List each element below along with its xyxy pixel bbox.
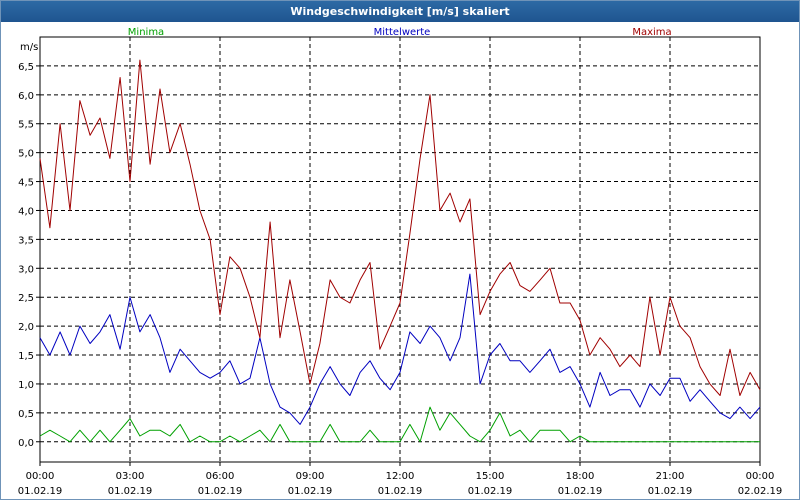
x-tick-date: 01.02.19 [378,486,423,497]
y-tick-label: 3,5 [18,235,34,246]
x-tick-time: 03:00 [116,471,145,482]
y-tick-label: 6,0 [18,91,34,102]
y-tick-label: 2,0 [18,322,34,333]
y-axis-ticks: 0,0 0,5 1,0 1,5 2,0 2,5 3,0 3,5 4,0 4,5 5,0 5,5 6,0 6… [18,62,40,449]
y-axis-label: m/s [20,42,38,53]
x-tick-time: 15:00 [476,471,505,482]
x-tick-date: 01.02.19 [648,486,693,497]
x-tick-time: 18:00 [566,471,595,482]
x-tick-time: 12:00 [386,471,415,482]
y-tick-label: 0,0 [18,438,34,449]
x-tick-date: 01.02.19 [288,486,333,497]
y-tick-label: 1,5 [18,351,34,362]
y-tick-label: 4,0 [18,206,34,217]
legend-minima: Minima [128,27,164,38]
legend-mittelwerte: Mittelwerte [374,27,431,38]
x-tick-date: 02.02.19 [738,486,783,497]
wind-speed-chart: 0,0 0,5 1,0 1,5 2,0 2,5 3,0 3,5 4,0 4,5 5,0 5,5 6,0 6… [18,27,783,497]
y-tick-label: 1,0 [18,380,34,391]
y-tick-label: 5,5 [18,120,34,131]
legend-maxima: Maxima [632,27,671,38]
x-tick-date: 01.02.19 [198,486,243,497]
y-tick-label: 5,0 [18,149,34,160]
y-tick-label: 4,5 [18,178,34,189]
x-tick-date: 01.02.19 [18,486,63,497]
x-tick-time: 21:00 [656,471,685,482]
x-tick-time: 06:00 [206,471,235,482]
y-tick-label: 2,5 [18,293,34,304]
x-tick-date: 01.02.19 [558,486,603,497]
x-tick-time: 09:00 [296,471,325,482]
x-tick-date: 01.02.19 [468,486,513,497]
x-axis-ticks: 00:00 01.02.19 03:00 01.02.19 06:00 01.02.19 0… [18,462,783,497]
y-tick-label: 0,5 [18,409,34,420]
x-tick-time: 00:00 [746,471,775,482]
x-tick-time: 00:00 [26,471,55,482]
y-tick-label: 3,0 [18,264,34,275]
x-tick-date: 01.02.19 [108,486,153,497]
y-tick-label: 6,5 [18,62,34,73]
